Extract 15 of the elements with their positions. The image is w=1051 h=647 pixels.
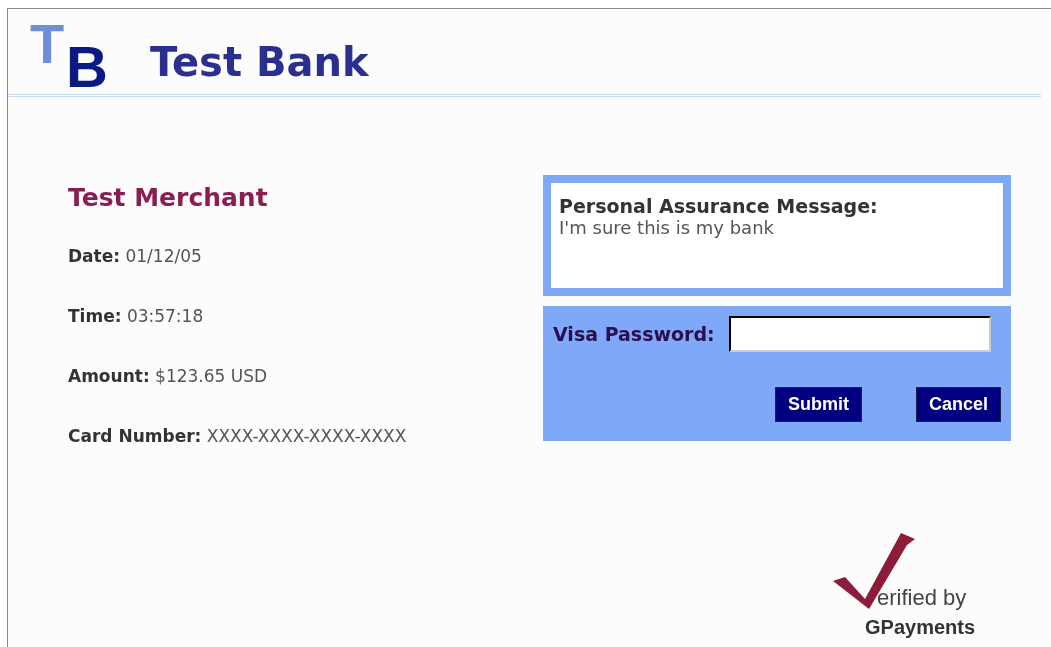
merchant-name: Test Merchant	[68, 183, 269, 212]
form-button[interactable]: Cancel	[915, 387, 1001, 422]
bank-name: Test Bank	[150, 42, 369, 82]
verified-text: erified by	[877, 585, 967, 611]
assurance-message: I'm sure this is my bank	[559, 217, 775, 238]
detail-line: Amount: $123.65 USD	[68, 366, 269, 388]
gpayments-text: GPayments	[865, 616, 976, 639]
password-label: Visa Password:	[553, 323, 715, 345]
bank-logo: TB	[29, 16, 108, 94]
assurance-label: Personal Assurance Message:	[559, 195, 879, 217]
detail-line: Time: 03:57:18	[68, 306, 205, 328]
detail-line: Card Number: XXXX-XXXX-XXXX-XXXX	[68, 426, 408, 448]
form-button[interactable]: Submit	[774, 387, 862, 422]
detail-line: Date: 01/12/05	[68, 246, 203, 268]
password-field[interactable]	[728, 316, 991, 352]
